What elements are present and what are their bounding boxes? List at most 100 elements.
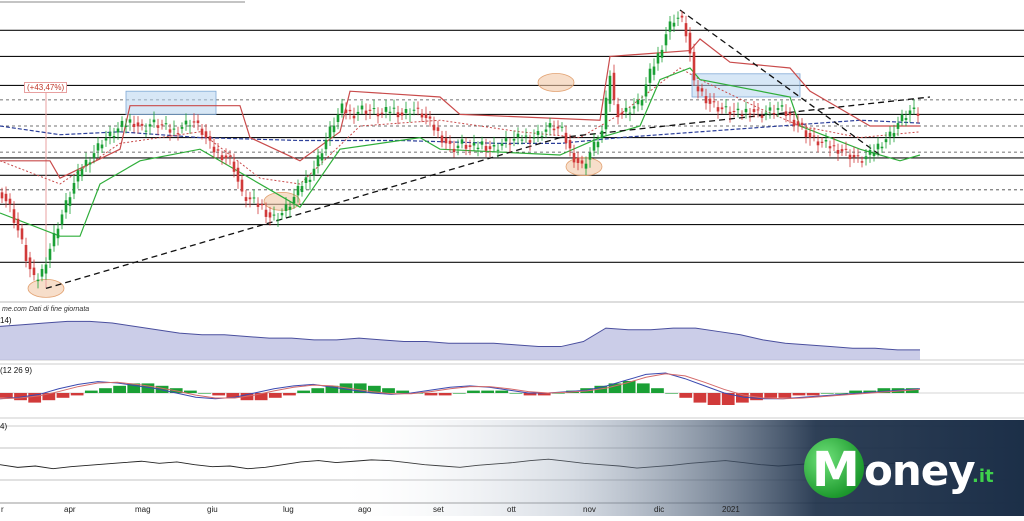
candle-body (112, 136, 116, 138)
candle-body (492, 144, 496, 147)
candle-body (176, 133, 180, 135)
candle-body (432, 124, 436, 131)
candle-body (784, 111, 788, 116)
macd-bar (495, 390, 509, 393)
candle-body (152, 119, 156, 123)
x-tick-6: set (433, 505, 444, 514)
candle-body (852, 155, 856, 158)
x-tick-5: ago (358, 505, 372, 514)
logo-word: oney (864, 446, 976, 495)
candle-body (364, 110, 368, 114)
macd-bar (651, 388, 664, 393)
candle-body (736, 108, 740, 111)
candle-body (128, 119, 132, 123)
candle-body (180, 127, 184, 129)
candle-body (280, 213, 284, 216)
candle-body (644, 84, 648, 97)
candle-body (520, 139, 524, 141)
candle-body (572, 152, 576, 163)
candle-body (368, 109, 372, 111)
percent-annotation: (+43,47%) (24, 82, 68, 93)
candle-body (360, 105, 364, 110)
candle-body (588, 152, 592, 160)
candle-body (64, 200, 68, 213)
trendline-0 (45, 136, 561, 290)
candle-body (504, 138, 508, 142)
candle-body (636, 99, 640, 105)
macd-bar (56, 393, 70, 398)
candle-body (564, 132, 568, 144)
candle-body (652, 66, 656, 75)
candle-body (476, 147, 480, 150)
candle-body (312, 168, 316, 176)
candle-body (12, 209, 16, 223)
candle-body (136, 122, 140, 127)
candle-body (608, 75, 612, 104)
candle-body (348, 109, 352, 112)
candle-body (388, 111, 392, 114)
macd-bar (467, 390, 480, 393)
candle-body (48, 248, 52, 260)
macd-bar (806, 393, 820, 396)
highlight-box-0 (125, 90, 217, 115)
candle-body (820, 141, 824, 143)
macd-bar (622, 381, 636, 393)
candle-body (400, 112, 404, 116)
candle-body (760, 115, 764, 118)
macd-bar (792, 393, 806, 396)
candle-body (844, 148, 848, 150)
candle-body (708, 98, 712, 104)
macd-bar (99, 388, 112, 393)
macd-bar (665, 393, 678, 394)
candle-body (580, 160, 584, 164)
candle-body (104, 138, 108, 141)
candle-body (40, 268, 44, 277)
candle-body (140, 123, 144, 126)
candle-body (72, 182, 76, 194)
candle-body (76, 170, 80, 182)
candle-body (700, 88, 704, 92)
candle-body (448, 140, 452, 144)
candle-body (124, 125, 128, 128)
candle-body (752, 109, 756, 112)
candle-body (164, 123, 168, 125)
candle-body (864, 156, 868, 160)
candle-body (764, 112, 768, 114)
candle-body (436, 127, 440, 131)
candle-body (568, 140, 572, 149)
candle-body (0, 192, 4, 199)
money-it-logo: M oney .it (800, 432, 1000, 506)
macd-bar (198, 393, 211, 394)
candle-body (80, 168, 84, 177)
candle-body (300, 186, 304, 192)
candle-body (480, 141, 484, 145)
macd-bar (679, 393, 693, 398)
candle-body (340, 103, 344, 114)
candle-body (836, 149, 840, 154)
candle-body (212, 146, 216, 153)
candle-body (156, 125, 160, 128)
candle-body (84, 159, 88, 166)
candle-body (276, 219, 280, 221)
candle-body (676, 17, 680, 19)
candle-body (148, 124, 152, 127)
candle-body (260, 203, 264, 206)
candle-body (628, 112, 632, 114)
x-tick-10: 2021 (722, 505, 740, 514)
macd-bar (820, 393, 834, 394)
candle-body (296, 185, 300, 196)
candle-body (28, 257, 32, 270)
candle-body (620, 112, 624, 115)
candle-body (116, 128, 120, 133)
candle-body (816, 141, 820, 146)
candle-body (56, 228, 60, 239)
candle-body (792, 119, 796, 126)
candle-body (728, 111, 732, 115)
candle-body (236, 167, 240, 182)
candle-body (244, 197, 248, 201)
candle-body (328, 126, 332, 138)
candle-body (68, 197, 72, 206)
candle-body (892, 132, 896, 137)
candle-body (656, 53, 660, 64)
candle-body (268, 212, 272, 218)
